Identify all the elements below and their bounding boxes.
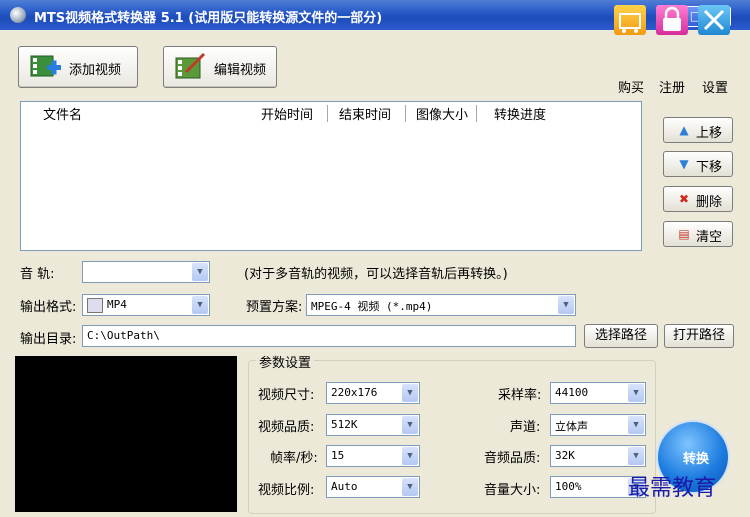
edit-video-label: 编辑视频 — [214, 63, 267, 78]
channels-select[interactable]: 立体声 ▼ — [550, 414, 646, 436]
window-title: MTS视频格式转换器 5.1 (试用版只能转换源文件的一部分) — [34, 11, 383, 26]
video-quality-select[interactable]: 512K ▼ — [326, 414, 420, 436]
app-icon — [10, 7, 26, 23]
clear-icon: ▤ — [678, 227, 690, 241]
frame-rate-label: 帧率/秒: — [270, 451, 318, 466]
file-list[interactable]: 文件名 开始时间 结束时间 图像大小 转换进度 — [20, 101, 642, 251]
video-quality-label: 视频品质: — [258, 420, 315, 435]
buy-label[interactable]: 购买 — [618, 77, 644, 96]
arrow-up-icon: ▲ — [679, 123, 689, 137]
volume-label: 音量大小: — [484, 483, 541, 498]
channels-label: 声道: — [510, 420, 541, 435]
audio-quality-select[interactable]: 32K ▼ — [550, 445, 646, 467]
volume-value: 100% — [555, 480, 582, 493]
chevron-down-icon[interactable]: ▼ — [402, 478, 418, 496]
open-path-button[interactable]: 打开路径 — [664, 324, 734, 348]
output-dir-value: C:\OutPath\ — [87, 329, 160, 342]
video-quality-value: 512K — [331, 418, 358, 431]
add-video-icon — [29, 52, 61, 82]
column-separator — [476, 105, 477, 122]
move-up-button[interactable]: ▲ 上移 — [663, 117, 733, 143]
output-dir-input[interactable]: C:\OutPath\ — [82, 325, 576, 347]
sample-rate-value: 44100 — [555, 386, 589, 399]
settings-label[interactable]: 设置 — [702, 77, 728, 96]
output-format-select[interactable]: MP4 ▼ — [82, 294, 210, 316]
add-video-label: 添加视频 — [69, 63, 122, 78]
edit-video-button[interactable]: 编辑视频 — [163, 46, 277, 88]
move-down-label: 下移 — [696, 160, 723, 175]
video-size-label: 视频尺寸: — [258, 388, 315, 403]
video-size-value: 220x176 — [331, 386, 378, 399]
chevron-down-icon[interactable]: ▼ — [628, 416, 644, 434]
clear-button[interactable]: ▤ 清空 — [663, 221, 733, 247]
add-video-button[interactable]: 添加视频 — [18, 46, 138, 88]
cart-icon[interactable] — [614, 5, 646, 35]
frame-rate-value: 15 — [331, 449, 345, 462]
chevron-down-icon[interactable]: ▼ — [628, 447, 644, 465]
column-header-end-time[interactable]: 结束时间 — [339, 104, 391, 123]
lock-icon[interactable] — [656, 5, 688, 35]
column-header-image-size[interactable]: 图像大小 — [416, 104, 468, 123]
preset-label: 预置方案: — [246, 300, 303, 315]
delete-icon: ✖ — [678, 192, 690, 206]
delete-label: 删除 — [696, 195, 723, 210]
column-header-filename[interactable]: 文件名 — [43, 104, 82, 123]
video-size-select[interactable]: 220x176 ▼ — [326, 382, 420, 404]
aspect-label: 视频比例: — [258, 483, 315, 498]
channels-value: 立体声 — [555, 420, 588, 433]
audio-quality-label: 音频品质: — [484, 451, 541, 466]
chevron-down-icon[interactable]: ▼ — [192, 296, 208, 314]
edit-video-icon — [174, 52, 206, 82]
audio-track-label: 音 轨: — [20, 267, 55, 282]
delete-button[interactable]: ✖ 删除 — [663, 186, 733, 212]
audio-quality-value: 32K — [555, 449, 575, 462]
chevron-down-icon[interactable]: ▼ — [402, 384, 418, 402]
column-separator — [405, 105, 406, 122]
register-label[interactable]: 注册 — [659, 77, 685, 96]
aspect-select[interactable]: Auto ▼ — [326, 476, 420, 498]
video-preview — [15, 356, 237, 512]
output-format-value: MP4 — [107, 298, 127, 311]
tools-icon[interactable] — [698, 5, 730, 35]
output-format-label: 输出格式: — [20, 300, 77, 315]
convert-label: 转换 — [683, 452, 710, 467]
preset-select[interactable]: MPEG-4 视频 (*.mp4) ▼ — [306, 294, 576, 316]
sample-rate-select[interactable]: 44100 ▼ — [550, 382, 646, 404]
chevron-down-icon[interactable]: ▼ — [628, 384, 644, 402]
sample-rate-label: 采样率: — [498, 388, 542, 403]
chevron-down-icon[interactable]: ▼ — [402, 447, 418, 465]
params-title: 参数设置 — [256, 352, 315, 371]
move-down-button[interactable]: ▼ 下移 — [663, 151, 733, 177]
audio-track-select[interactable]: ▼ — [82, 261, 210, 283]
preset-value: MPEG-4 视频 (*.mp4) — [311, 300, 433, 313]
column-separator — [327, 105, 328, 122]
aspect-value: Auto — [331, 480, 358, 493]
column-header-start-time[interactable]: 开始时间 — [261, 104, 313, 123]
output-dir-label: 输出目录: — [20, 332, 77, 347]
chevron-down-icon[interactable]: ▼ — [558, 296, 574, 314]
file-format-icon — [87, 298, 103, 313]
choose-path-button[interactable]: 选择路径 — [584, 324, 658, 348]
move-up-label: 上移 — [696, 126, 723, 141]
clear-label: 清空 — [696, 230, 723, 245]
watermark-text: 最需教育 — [628, 476, 717, 501]
chevron-down-icon[interactable]: ▼ — [192, 263, 208, 281]
arrow-down-icon: ▼ — [679, 157, 689, 171]
audio-track-hint: (对于多音轨的视频，可以选择音轨后再转换。) — [244, 267, 508, 282]
chevron-down-icon[interactable]: ▼ — [402, 416, 418, 434]
frame-rate-select[interactable]: 15 ▼ — [326, 445, 420, 467]
column-header-progress[interactable]: 转换进度 — [494, 104, 546, 123]
